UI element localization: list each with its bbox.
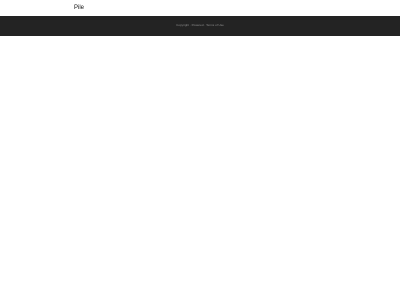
footer-copyright: Copyright · Powered · Terms of Use (176, 23, 224, 27)
blank-content-area (0, 36, 400, 300)
page: Pile Copyright · Powered · Terms of Use (0, 0, 400, 300)
site-title-link[interactable]: Pile (74, 4, 84, 12)
footer: Copyright · Powered · Terms of Use (0, 16, 400, 36)
top-bar: Pile (0, 0, 400, 16)
